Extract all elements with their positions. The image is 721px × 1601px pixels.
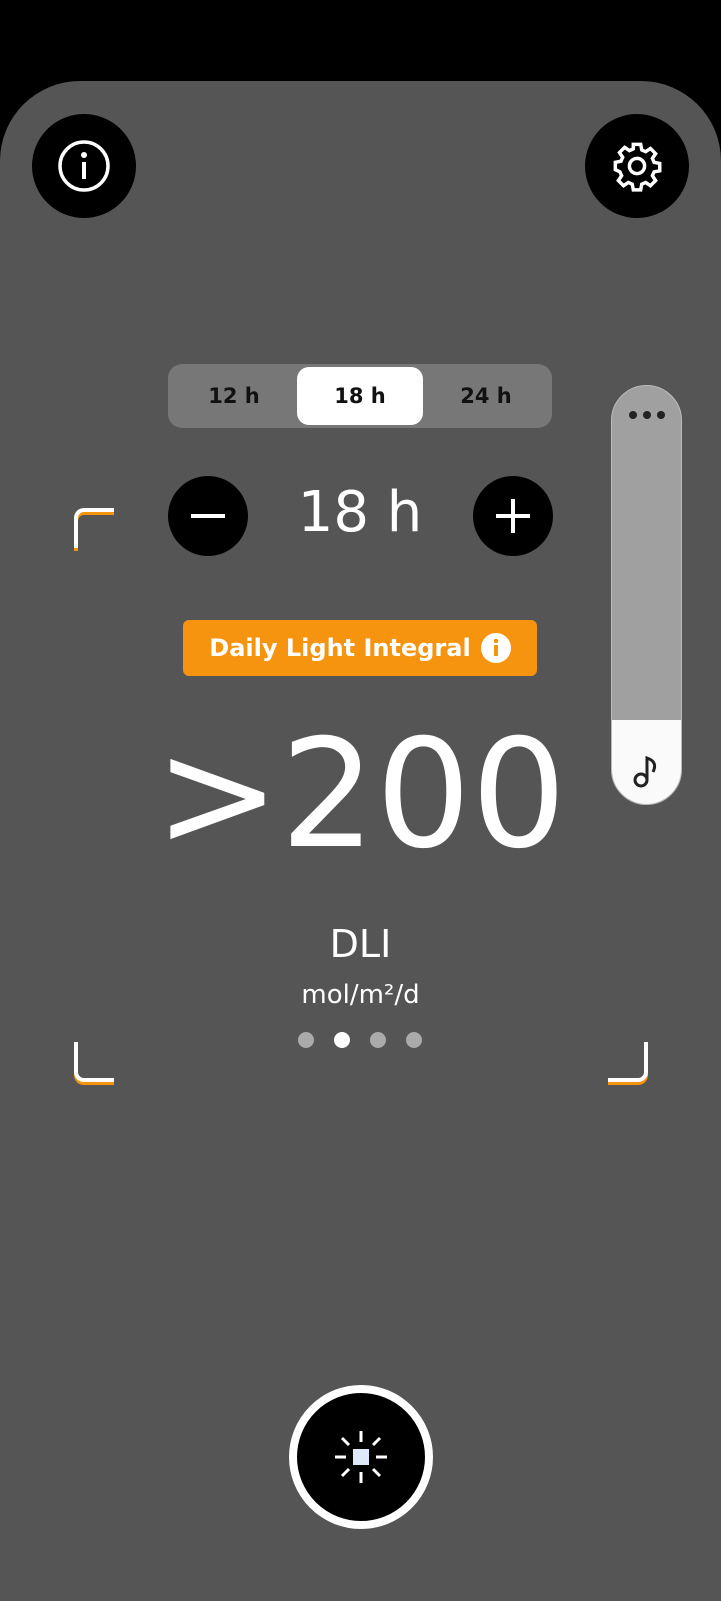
light-sensor-icon bbox=[335, 1431, 387, 1483]
decrement-button[interactable] bbox=[168, 476, 248, 556]
frame-corner bbox=[608, 1042, 648, 1082]
page-dot[interactable] bbox=[298, 1032, 314, 1048]
frame-corner bbox=[74, 508, 114, 548]
photoperiod-value: 18 h bbox=[297, 480, 423, 545]
gear-icon bbox=[613, 142, 662, 192]
minus-icon bbox=[191, 514, 225, 518]
page-indicator bbox=[298, 1032, 422, 1048]
unit-name: DLI bbox=[329, 922, 392, 966]
segment-12h[interactable]: 12 h bbox=[171, 367, 297, 425]
photoperiod-selector: 12 h 18 h 24 h bbox=[168, 364, 552, 428]
measure-button[interactable] bbox=[289, 1385, 433, 1529]
dli-info-badge[interactable]: Daily Light Integral bbox=[183, 620, 537, 676]
plus-icon bbox=[496, 499, 530, 533]
info-icon bbox=[58, 140, 110, 192]
increment-button[interactable] bbox=[473, 476, 553, 556]
info-icon bbox=[480, 633, 511, 663]
frame-corner bbox=[74, 1042, 114, 1082]
segment-18h[interactable]: 18 h bbox=[297, 367, 423, 425]
page-dot-active[interactable] bbox=[334, 1032, 350, 1048]
badge-label: Daily Light Integral bbox=[209, 634, 471, 662]
settings-button[interactable] bbox=[585, 114, 689, 218]
page-dot[interactable] bbox=[370, 1032, 386, 1048]
info-button[interactable] bbox=[32, 114, 136, 218]
unit-label: mol/m²/d bbox=[301, 980, 420, 1010]
volume-slider[interactable] bbox=[611, 385, 682, 805]
page-dot[interactable] bbox=[406, 1032, 422, 1048]
more-icon[interactable] bbox=[628, 410, 666, 420]
segment-24h[interactable]: 24 h bbox=[423, 367, 549, 425]
music-note-icon bbox=[633, 755, 657, 788]
